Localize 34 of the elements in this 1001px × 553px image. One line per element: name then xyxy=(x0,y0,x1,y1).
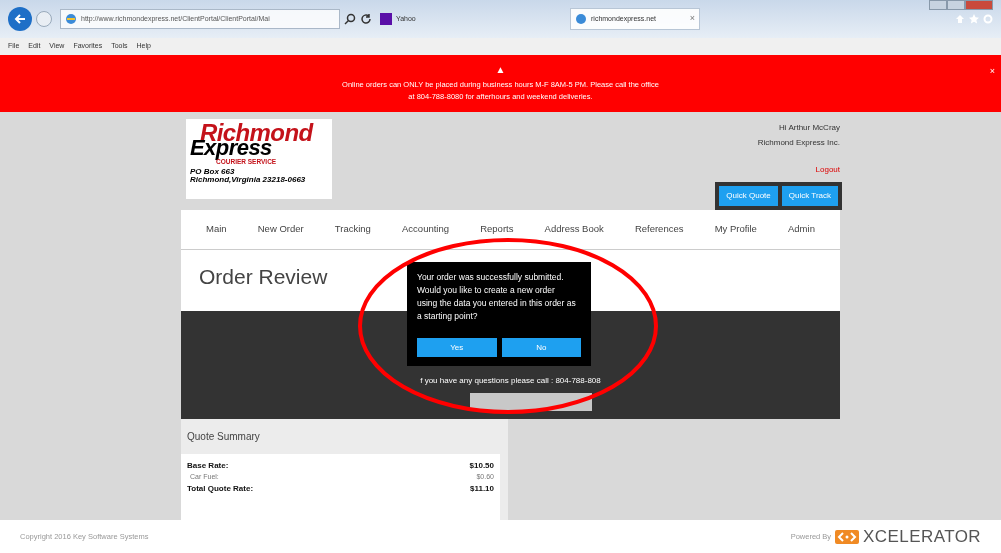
nav-link[interactable]: New Order xyxy=(257,222,304,237)
back-button[interactable] xyxy=(8,7,32,31)
nav-link[interactable]: Admin xyxy=(788,222,815,237)
forward-button[interactable] xyxy=(36,11,52,27)
close-tab-button[interactable]: × xyxy=(689,12,695,26)
search-icon[interactable] xyxy=(344,13,356,25)
user-greeting: Hi Arthur McCray xyxy=(779,122,840,134)
warning-icon: ▲ xyxy=(495,64,506,75)
rate-label: Total Quote Rate: xyxy=(187,482,254,495)
rate-value: $11.10 xyxy=(469,482,494,495)
home-icon[interactable] xyxy=(955,14,965,24)
nav-link[interactable]: Main xyxy=(206,222,227,237)
company-name: Richmond Express Inc. xyxy=(757,137,840,149)
refresh-icon[interactable] xyxy=(360,13,372,25)
nav-link[interactable]: My Profile xyxy=(714,222,757,237)
nav-link[interactable]: Tracking xyxy=(334,222,371,237)
nav-link[interactable]: Reports xyxy=(480,222,514,237)
close-button[interactable]: × xyxy=(989,65,995,79)
nav-link[interactable]: References xyxy=(634,222,684,237)
window-controls[interactable] xyxy=(929,0,993,10)
nav-link[interactable]: Address Book xyxy=(544,222,604,237)
rate-label: Base Rate: xyxy=(187,460,229,472)
contact-text: f you have any questions please call : 804-788-808 xyxy=(420,375,601,387)
nav-link[interactable]: Accounting xyxy=(402,222,450,237)
star-icon[interactable] xyxy=(969,14,979,24)
logout-link[interactable]: Logout xyxy=(815,164,840,176)
site-icon xyxy=(380,13,392,25)
back-arrow-icon xyxy=(13,12,27,26)
page-title: Order Review xyxy=(199,263,328,290)
quote-summary-title: Quote Summary xyxy=(186,430,261,444)
brand-name: XCELERATOR xyxy=(863,525,981,548)
brand-logo-icon xyxy=(835,529,860,544)
rate-value: $10.50 xyxy=(469,460,494,472)
dialog-message: Your order was successfully submitted. Would you like to create a new order using the data you entered in this order as a starting point? xyxy=(417,271,577,323)
